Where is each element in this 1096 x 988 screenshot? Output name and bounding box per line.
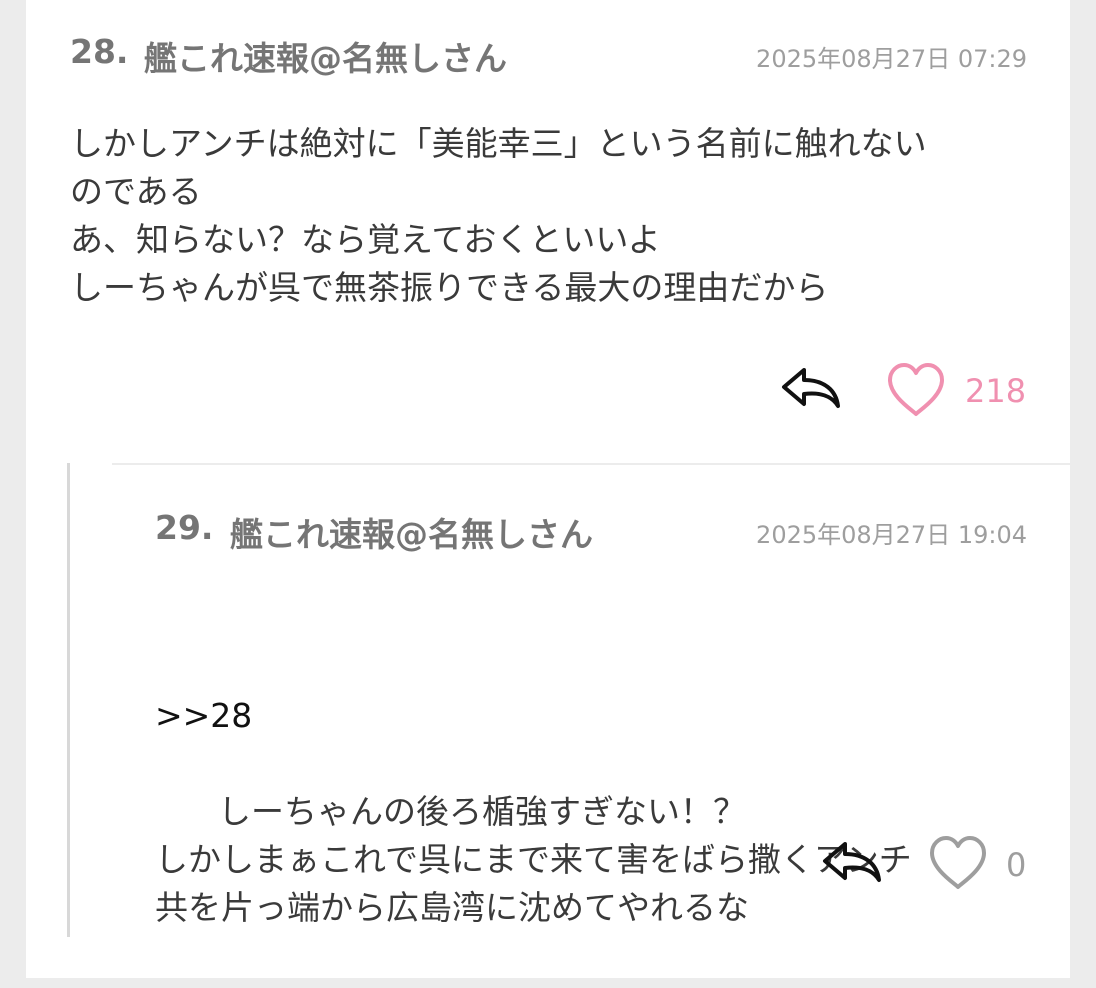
comment-thread-card: 28. 艦これ速報@名無しさん 2025年08月27日 07:29 しかしアンチ… bbox=[26, 0, 1070, 978]
comment-divider bbox=[112, 463, 1070, 465]
comment-body: >>28 しーちゃんの後ろ楯強すぎない！？ しかしまぁこれで呉にまで来て害をばら… bbox=[155, 596, 912, 980]
like-count: 0 bbox=[1006, 846, 1027, 884]
comment-29: 29. 艦これ速報@名無しさん 2025年08月27日 19:04 >>28 し… bbox=[155, 476, 1027, 936]
comment-body: しかしアンチは絶対に「美能幸三」という名前に触れない のである あ、知らない？な… bbox=[70, 124, 927, 307]
comment-author: 艦これ速報@名無しさん bbox=[144, 39, 507, 78]
comment-28: 28. 艦これ速報@名無しさん 2025年08月27日 07:29 しかしアンチ… bbox=[70, 0, 1027, 463]
reply-arrow-icon[interactable] bbox=[780, 366, 842, 412]
reply-arrow-icon[interactable] bbox=[821, 840, 883, 886]
comment-date: 2025年08月27日 07:29 bbox=[756, 45, 1027, 73]
heart-icon[interactable] bbox=[886, 362, 946, 420]
heart-icon[interactable] bbox=[928, 835, 988, 893]
comment-number: 28. bbox=[70, 32, 129, 71]
like-count: 218 bbox=[965, 372, 1027, 410]
comment-body-text: しーちゃんの後ろ楯強すぎない！？ しかしまぁこれで呉にまで来て害をばら撒くアンチ… bbox=[155, 792, 912, 927]
reply-nest-line bbox=[67, 463, 70, 937]
comment-header: 28. 艦これ速報@名無しさん 2025年08月27日 07:29 bbox=[70, 0, 1027, 78]
comment-date: 2025年08月27日 19:04 bbox=[756, 521, 1027, 549]
comment-author: 艦これ速報@名無しさん bbox=[230, 515, 593, 554]
comment-number: 29. bbox=[155, 508, 214, 547]
reply-anchor-link[interactable]: >>28 bbox=[155, 692, 912, 740]
comment-header: 29. 艦これ速報@名無しさん 2025年08月27日 19:04 bbox=[155, 476, 1027, 554]
